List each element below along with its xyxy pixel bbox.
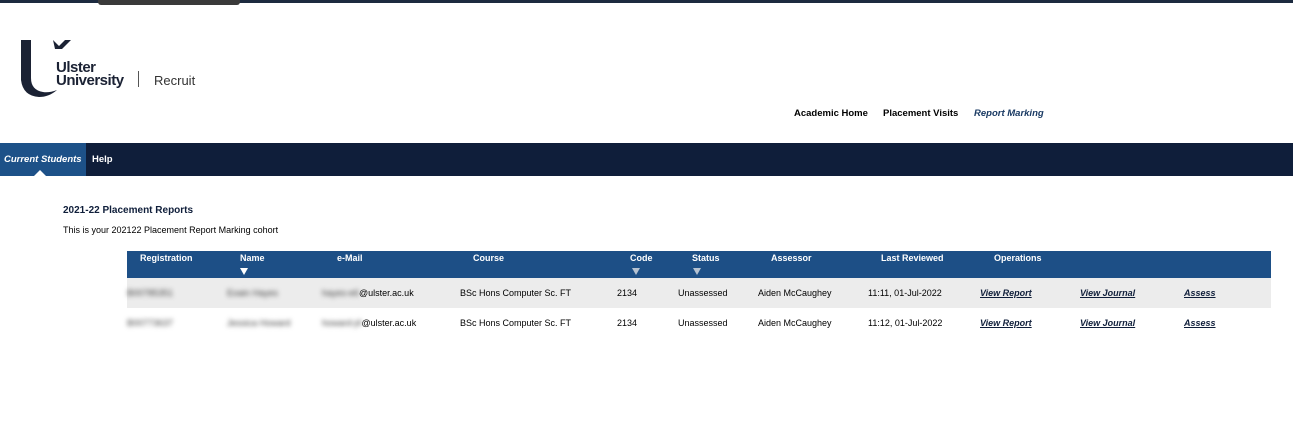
email-domain: @ulster.ac.uk <box>361 318 417 328</box>
page-description: This is your 202122 Placement Report Mar… <box>63 225 279 235</box>
cell-name: Eoain Hayes <box>227 288 279 298</box>
cell-assessor: Aiden McCaughey <box>758 318 832 328</box>
table-header: Registration Name e-Mail Course Code Sta… <box>127 251 1271 278</box>
brand-logo[interactable]: Ulster University Recruit <box>19 38 209 100</box>
cell-email[interactable]: howard-j4@ulster.ac.uk <box>322 318 416 328</box>
column-assessor[interactable]: Assessor <box>771 253 812 263</box>
top-nav-placement-visits[interactable]: Placement Visits <box>883 108 958 119</box>
cell-status: Unassessed <box>678 318 728 328</box>
cell-status: Unassessed <box>678 288 728 298</box>
sort-down-icon[interactable] <box>632 268 640 275</box>
reports-table: Registration Name e-Mail Course Code Sta… <box>127 251 1271 338</box>
brand-product: Recruit <box>154 73 196 88</box>
column-registration[interactable]: Registration <box>140 253 193 263</box>
cell-course: BSc Hons Computer Sc. FT <box>460 288 572 298</box>
cell-name: Jessica Howard <box>227 318 291 328</box>
cell-registration: B00773637 <box>127 318 174 328</box>
view-report-link[interactable]: View Report <box>980 288 1032 298</box>
tooltip <box>98 0 240 5</box>
email-prefix: hayes-e6 <box>322 288 360 298</box>
column-email[interactable]: e-Mail <box>337 253 363 263</box>
tab-help[interactable]: Help <box>92 143 113 176</box>
column-name[interactable]: Name <box>240 253 265 263</box>
cell-assessor: Aiden McCaughey <box>758 288 832 298</box>
sort-down-icon[interactable] <box>693 268 701 275</box>
cell-last-reviewed: 11:11, 01-Jul-2022 <box>868 288 942 298</box>
view-journal-link[interactable]: View Journal <box>1080 288 1135 298</box>
view-report-link[interactable]: View Report <box>980 318 1032 328</box>
cell-code: 2134 <box>617 288 638 298</box>
column-status[interactable]: Status <box>692 253 720 263</box>
column-course[interactable]: Course <box>473 253 504 263</box>
brand-name-line2: University <box>56 72 124 89</box>
brand-divider <box>138 71 139 87</box>
cell-registration: B00785351 <box>127 288 174 298</box>
cell-code: 2134 <box>617 318 638 328</box>
cell-email[interactable]: hayes-e6@ulster.ac.uk <box>322 288 414 298</box>
table-row: B00785351 Eoain Hayes hayes-e6@ulster.ac… <box>127 278 1271 308</box>
column-code[interactable]: Code <box>630 253 653 263</box>
cell-course: BSc Hons Computer Sc. FT <box>460 318 572 328</box>
assess-link[interactable]: Assess <box>1184 318 1216 328</box>
email-domain: @ulster.ac.uk <box>359 288 414 298</box>
column-last-reviewed[interactable]: Last Reviewed <box>881 253 944 263</box>
active-tab-caret-icon <box>34 170 46 176</box>
cell-last-reviewed: 11:12, 01-Jul-2022 <box>868 318 943 328</box>
table-row: B00773637 Jessica Howard howard-j4@ulste… <box>127 308 1271 338</box>
top-nav-report-marking[interactable]: Report Marking <box>974 108 1044 119</box>
email-prefix: howard-j4 <box>322 318 362 328</box>
column-operations: Operations <box>994 253 1042 263</box>
top-nav-academic-home[interactable]: Academic Home <box>794 108 868 119</box>
top-navigation: Academic Home Placement Visits Report Ma… <box>0 108 1293 122</box>
assess-link[interactable]: Assess <box>1184 288 1216 298</box>
main-navigation: Current Students Help <box>0 143 1293 176</box>
sort-down-icon[interactable] <box>240 268 248 275</box>
view-journal-link[interactable]: View Journal <box>1080 318 1135 328</box>
page-title: 2021-22 Placement Reports <box>63 205 194 216</box>
